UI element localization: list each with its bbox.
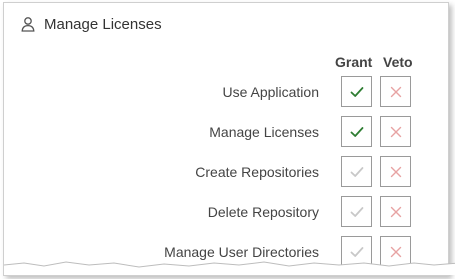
permission-row: Manage Licenses: [4, 116, 448, 150]
permission-label: Create Repositories: [195, 164, 319, 180]
veto-checkbox[interactable]: [380, 156, 411, 187]
check-icon: [350, 86, 363, 97]
veto-checkbox[interactable]: [380, 76, 411, 107]
x-icon: [390, 166, 401, 177]
check-icon: [350, 166, 363, 177]
permission-row: Use Application: [4, 76, 448, 110]
manage-licenses-panel: Manage Licenses Grant Veto Use Applicati…: [3, 2, 455, 276]
grant-checkbox[interactable]: [341, 156, 372, 187]
grant-checkbox[interactable]: [341, 76, 372, 107]
panel-header: Manage Licenses: [20, 13, 162, 35]
permission-row: Create Repositories: [4, 156, 448, 190]
check-icon: [350, 126, 363, 137]
user-icon: [21, 17, 35, 32]
permission-label: Use Application: [222, 84, 319, 100]
permission-label: Manage Licenses: [209, 124, 319, 140]
x-icon: [390, 206, 401, 217]
permission-label: Delete Repository: [207, 204, 319, 220]
grant-checkbox[interactable]: [341, 196, 372, 227]
grant-checkbox[interactable]: [341, 116, 372, 147]
veto-checkbox[interactable]: [380, 196, 411, 227]
veto-checkbox[interactable]: [380, 116, 411, 147]
torn-edge: [4, 261, 455, 275]
grant-column-header: Grant: [335, 54, 373, 70]
panel-title: Manage Licenses: [44, 15, 162, 33]
veto-column-header: Veto: [383, 54, 413, 70]
x-icon: [390, 126, 401, 137]
permission-row: Delete Repository: [4, 196, 448, 230]
check-icon: [350, 206, 363, 217]
x-icon: [390, 86, 401, 97]
